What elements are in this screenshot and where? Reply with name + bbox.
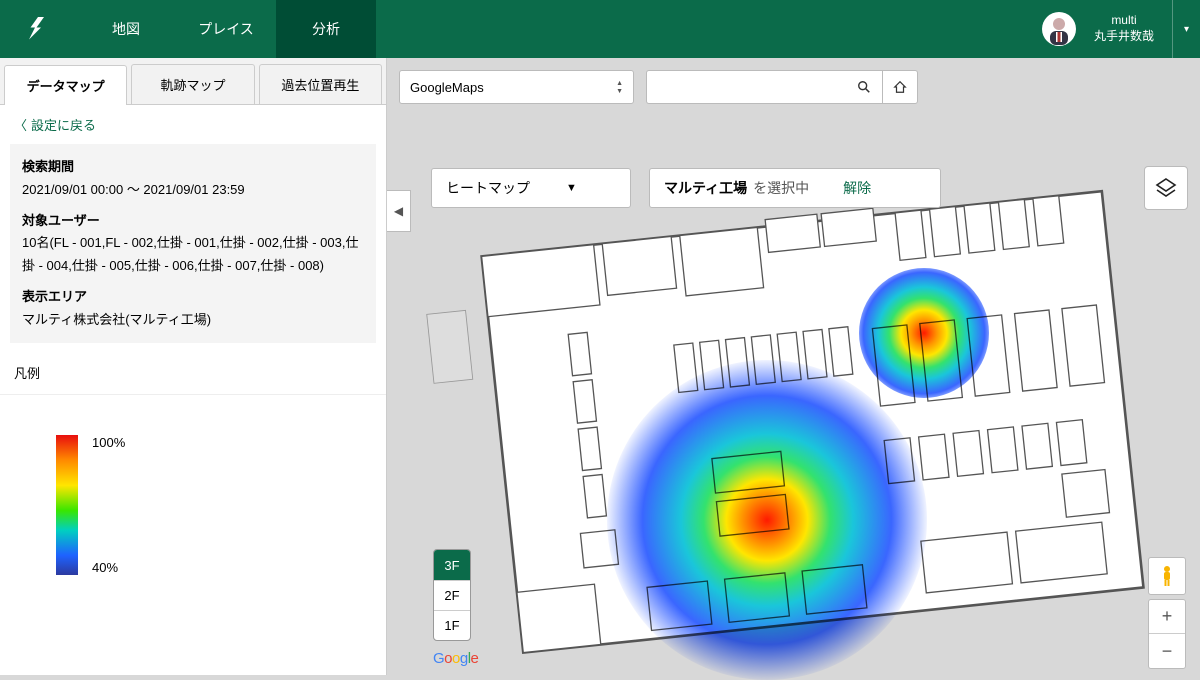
- nav-place[interactable]: プレイス: [176, 0, 276, 58]
- legend-body: 100% 40%: [0, 395, 386, 575]
- home-button[interactable]: [882, 70, 918, 104]
- visualization-select-label: ヒートマップ: [446, 178, 530, 198]
- period-value: 2021/09/01 00:00 ～ 2021/09/01 23:59: [22, 179, 364, 202]
- search-button[interactable]: [846, 70, 882, 104]
- triangle-down-icon: ▼: [566, 182, 577, 194]
- tab-past-replay[interactable]: 過去位置再生: [259, 64, 382, 104]
- search-input[interactable]: [646, 70, 846, 104]
- user-menu-caret[interactable]: ▾: [1172, 0, 1200, 58]
- users-value: 10名(FL - 001,FL - 002,仕掛 - 001,仕掛 - 002,…: [22, 232, 364, 278]
- brand-logo[interactable]: [0, 14, 76, 44]
- search-icon: [857, 80, 871, 94]
- sidebar-collapse-handle[interactable]: ◀: [387, 190, 411, 232]
- floor-picker: 3F 2F 1F: [433, 549, 471, 641]
- floor-3f[interactable]: 3F: [434, 550, 470, 580]
- floor-2f[interactable]: 2F: [434, 580, 470, 610]
- select-caret-icon: ▲▼: [616, 80, 623, 95]
- users-label: 対象ユーザー: [22, 210, 364, 233]
- zoom-out-button[interactable]: −: [1149, 634, 1185, 668]
- pegman-icon: [1158, 565, 1176, 587]
- site-clear-button[interactable]: 解除: [843, 178, 871, 198]
- sidebar: データマップ 軌跡マップ 過去位置再生 〈 設定に戻る 検索期間 2021/09…: [0, 58, 387, 675]
- pegman-button[interactable]: [1148, 557, 1186, 595]
- home-icon: [893, 80, 907, 94]
- legend-min: 40%: [92, 560, 125, 575]
- triangle-left-icon: ◀: [394, 204, 403, 218]
- basemap-select-label: GoogleMaps: [410, 80, 484, 95]
- tab-track-map[interactable]: 軌跡マップ: [131, 64, 254, 104]
- google-logo: Google: [433, 650, 478, 667]
- back-link-label: 設定に戻る: [31, 115, 96, 134]
- zoom-in-button[interactable]: +: [1149, 600, 1185, 634]
- visualization-select[interactable]: ヒートマップ ▼: [431, 168, 631, 208]
- sidebar-tabs: データマップ 軌跡マップ 過去位置再生: [0, 58, 386, 105]
- avatar[interactable]: [1042, 12, 1076, 46]
- chevron-left-icon: 〈: [14, 115, 27, 134]
- legend-title: 凡例: [0, 351, 386, 395]
- nav-analysis[interactable]: 分析: [276, 0, 376, 58]
- nav-map[interactable]: 地図: [76, 0, 176, 58]
- zoom-control: + −: [1148, 599, 1186, 669]
- area-value: マルティ株式会社(マルティ工場): [22, 309, 364, 332]
- app-header: 地図 プレイス 分析 multi 丸手井数哉 ▾: [0, 0, 1200, 58]
- map-toolbar: GoogleMaps ▲▼: [399, 70, 1188, 104]
- legend-gradient: [56, 435, 78, 575]
- query-info-box: 検索期間 2021/09/01 00:00 ～ 2021/09/01 23:59…: [10, 144, 376, 343]
- floor-1f[interactable]: 1F: [434, 610, 470, 640]
- basemap-select[interactable]: GoogleMaps ▲▼: [399, 70, 634, 104]
- floorplan-canvas: [401, 138, 1186, 675]
- layers-icon: [1154, 176, 1178, 200]
- map-area[interactable]: GoogleMaps ▲▼ ◀ ヒートマップ ▼ マルティ工場: [387, 58, 1200, 675]
- site-select-suffix: を選択中: [753, 178, 809, 198]
- back-to-settings[interactable]: 〈 設定に戻る: [0, 105, 386, 144]
- area-label: 表示エリア: [22, 286, 364, 309]
- site-select-value: マルティ工場: [664, 178, 747, 198]
- site-select[interactable]: マルティ工場 を選択中 解除: [649, 168, 941, 208]
- tab-data-map[interactable]: データマップ: [4, 65, 127, 105]
- period-label: 検索期間: [22, 156, 364, 179]
- layers-button[interactable]: [1144, 166, 1188, 210]
- user-org: multi: [1094, 13, 1154, 29]
- user-info: multi 丸手井数哉: [1094, 13, 1154, 44]
- user-name: 丸手井数哉: [1094, 29, 1154, 45]
- legend-max: 100%: [92, 435, 125, 450]
